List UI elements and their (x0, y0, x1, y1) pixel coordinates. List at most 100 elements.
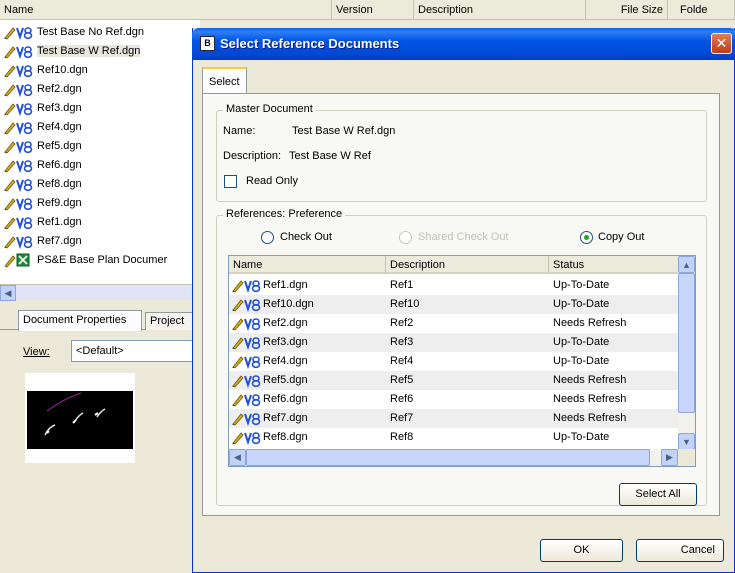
scroll-right-icon[interactable]: ▶ (661, 449, 678, 466)
column-header-file-size[interactable]: File Size (586, 0, 668, 20)
microstation-file-icon (3, 100, 35, 116)
reference-row[interactable]: Ref5.dgn Ref5 Needs Refresh (229, 371, 680, 390)
master-document-group-label: Master Document (223, 103, 316, 115)
reference-row[interactable]: Ref6.dgn Ref6 Needs Refresh (229, 390, 680, 409)
references-horizontal-scrollbar[interactable]: ◀ ▶ (229, 449, 678, 466)
file-list-item[interactable]: Ref10.dgn (3, 60, 88, 79)
view-select[interactable]: <Default> (71, 340, 201, 362)
reference-name-cell: Ref1.dgn (231, 276, 308, 295)
file-list-item[interactable]: Ref4.dgn (3, 117, 82, 136)
microstation-file-icon (231, 353, 263, 370)
references-column-name[interactable]: Name (229, 256, 386, 274)
reference-name: Ref8.dgn (263, 431, 308, 443)
reference-status: Up-To-Date (553, 336, 610, 348)
reference-name: Ref6.dgn (263, 393, 308, 405)
file-list-horizontal-scrollbar[interactable]: ◀ (0, 284, 200, 301)
file-list-item[interactable]: Ref3.dgn (3, 98, 82, 117)
file-list-item[interactable]: Test Base W Ref.dgn (3, 41, 141, 60)
reference-name-cell: Ref5.dgn (231, 371, 308, 390)
column-header-version[interactable]: Version (332, 0, 414, 20)
reference-row[interactable]: Ref3.dgn Ref3 Up-To-Date (229, 333, 680, 352)
scroll-down-icon[interactable]: ▼ (678, 433, 695, 450)
reference-name: Ref4.dgn (263, 355, 308, 367)
references-vertical-scrollbar[interactable]: ▲ ▼ (678, 256, 695, 450)
microstation-file-icon (3, 214, 35, 230)
read-only-checkbox[interactable] (224, 175, 237, 188)
reference-name: Ref3.dgn (263, 336, 308, 348)
master-description-value: Test Base W Ref (289, 150, 371, 162)
tab-select[interactable]: Select (202, 67, 247, 94)
microstation-file-icon (231, 315, 263, 332)
reference-row[interactable]: Ref4.dgn Ref4 Up-To-Date (229, 352, 680, 371)
microstation-file-icon (231, 334, 263, 351)
column-header-description[interactable]: Description (414, 0, 586, 20)
dialog-title: Select Reference Documents (220, 36, 400, 51)
references-list-header: Name Description Status (229, 256, 680, 274)
file-list-item[interactable]: PS&E Base Plan Documer (3, 250, 167, 269)
microstation-file-icon (231, 296, 263, 313)
file-name: Test Base No Ref.dgn (37, 25, 145, 38)
reference-row[interactable]: Ref1.dgn Ref1 Up-To-Date (229, 276, 680, 295)
scroll-left-icon[interactable]: ◀ (0, 285, 16, 301)
file-name: Ref8.dgn (37, 177, 82, 190)
close-icon[interactable]: ✕ (711, 33, 732, 54)
copy-out-label[interactable]: Copy Out (598, 231, 644, 243)
reference-row[interactable]: Ref7.dgn Ref7 Needs Refresh (229, 409, 680, 428)
reference-status: Needs Refresh (553, 393, 627, 405)
reference-status: Up-To-Date (553, 279, 610, 291)
cancel-button[interactable]: Cancel (636, 539, 724, 562)
shared-check-out-radio (399, 231, 412, 244)
vertical-scroll-thumb[interactable] (678, 273, 695, 413)
file-list-item[interactable]: Ref9.dgn (3, 193, 82, 212)
reference-description: Ref5 (390, 374, 414, 386)
scroll-left-icon[interactable]: ◀ (229, 449, 246, 466)
file-name: Ref7.dgn (37, 234, 82, 247)
file-list-item[interactable]: Ref6.dgn (3, 155, 82, 174)
select-all-button[interactable]: Select All (619, 483, 697, 506)
check-out-label[interactable]: Check Out (280, 231, 332, 243)
master-description-label: Description: (223, 150, 282, 162)
file-list-item[interactable]: Ref8.dgn (3, 174, 82, 193)
file-list-header: Name Version Description File Size Folde (0, 0, 735, 20)
file-list-item[interactable]: Ref1.dgn (3, 212, 82, 231)
column-header-folder[interactable]: Folde (668, 0, 735, 20)
microstation-file-icon (3, 62, 35, 78)
microstation-file-icon (3, 233, 35, 249)
microstation-file-icon (3, 119, 35, 135)
check-out-radio[interactable] (261, 231, 274, 244)
horizontal-scroll-thumb[interactable] (246, 449, 650, 466)
file-list: Test Base No Ref.dgn Test Base W Ref.dgn R… (0, 20, 200, 284)
file-list-item[interactable]: Ref7.dgn (3, 231, 82, 250)
reference-row[interactable]: Ref2.dgn Ref2 Needs Refresh (229, 314, 680, 333)
reference-name-cell: Ref2.dgn (231, 314, 308, 333)
file-list-item[interactable]: Ref5.dgn (3, 136, 82, 155)
reference-row[interactable]: Ref8.dgn Ref8 Up-To-Date (229, 428, 680, 447)
scroll-up-icon[interactable]: ▲ (678, 256, 695, 273)
dialog-tab-strip: Select (202, 64, 722, 94)
copy-out-radio[interactable] (580, 231, 593, 244)
microstation-file-icon (231, 372, 263, 389)
reference-description: Ref6 (390, 393, 414, 405)
ok-button[interactable]: OK (540, 539, 623, 562)
file-list-item[interactable]: Test Base No Ref.dgn (3, 22, 144, 41)
microstation-file-icon (3, 43, 35, 59)
tab-document-properties[interactable]: Document Properties (18, 310, 142, 331)
shared-check-out-label: Shared Check Out (418, 231, 509, 243)
reference-status: Up-To-Date (553, 355, 610, 367)
microstation-file-icon (231, 410, 263, 427)
microstation-file-icon (3, 195, 35, 211)
dialog-titlebar[interactable]: B Select Reference Documents ✕ (192, 28, 735, 60)
microstation-file-icon (3, 176, 35, 192)
reference-description: Ref10 (390, 298, 420, 310)
document-preview (25, 373, 135, 463)
properties-tab-strip: Document Properties Project (0, 306, 203, 331)
reference-status: Needs Refresh (553, 374, 627, 386)
reference-description: Ref3 (390, 336, 414, 348)
references-column-status[interactable]: Status (549, 256, 680, 274)
references-column-description[interactable]: Description (386, 256, 549, 274)
file-list-item[interactable]: Ref2.dgn (3, 79, 82, 98)
read-only-label[interactable]: Read Only (246, 175, 298, 187)
column-header-name[interactable]: Name (0, 0, 332, 20)
preview-image (27, 391, 133, 449)
reference-row[interactable]: Ref10.dgn Ref10 Up-To-Date (229, 295, 680, 314)
